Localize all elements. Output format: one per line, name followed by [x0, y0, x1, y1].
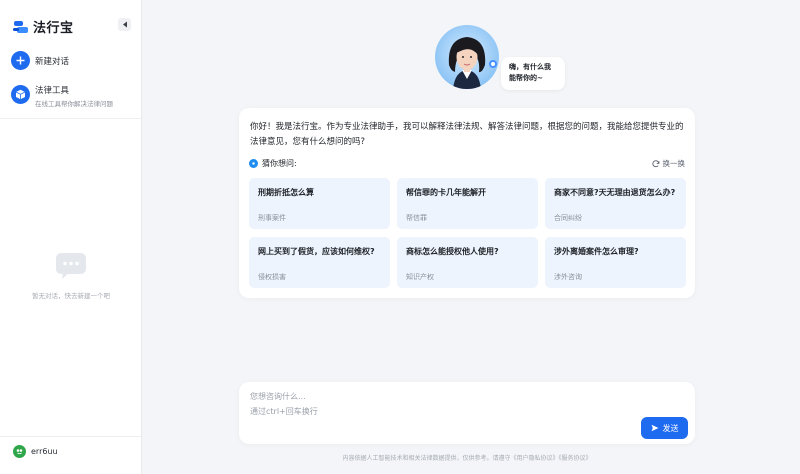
send-button[interactable]: 发送: [641, 417, 688, 439]
suggestion-tag: 合同纠纷: [554, 214, 582, 222]
suggestion-card[interactable]: 涉外离婚案件怎么审理? 涉外咨询: [545, 237, 686, 288]
main-area: 嗨，有什么我 能帮你的~ 你好！我是法行宝。作为专业法律助手，我可以解释法律法规…: [143, 0, 800, 474]
chat-input-hint: 通过ctrl+回车换行: [250, 407, 318, 416]
suggestion-title: 商家不同意?天无理由退货怎么办?: [554, 188, 676, 197]
tool-subtitle: 在线工具帮你解决法律问题: [35, 100, 113, 108]
suggestion-card[interactable]: 商家不同意?天无理由退货怎么办? 合同纠纷: [545, 178, 686, 229]
suggestions-header: 猜你想问:: [249, 158, 297, 169]
plus-icon: [11, 51, 30, 70]
suggestion-tag: 帮信罪: [406, 214, 427, 222]
intro-text: 你好！我是法行宝。作为专业法律助手，我可以解释法律法规、解答法律问题，根据您的问…: [250, 122, 684, 147]
empty-chat-text: 暂无对话，快去新建一个吧: [32, 292, 110, 300]
logo-icon: [13, 20, 28, 33]
chat-input-placeholder[interactable]: 您想咨询什么...: [250, 391, 306, 402]
suggestion-card[interactable]: 刑期折抵怎么算 刑事案件: [249, 178, 390, 229]
suggestions-label: 猜你想问:: [262, 159, 297, 168]
tool-title: 法律工具: [35, 86, 70, 96]
suggestion-card[interactable]: 帮信罪的卡几年能解开 帮信罪: [397, 178, 538, 229]
new-chat-button[interactable]: 新建对话: [11, 51, 69, 70]
empty-chat-state: 暂无对话，快去新建一个吧: [0, 252, 142, 300]
suggestion-title: 网上买到了假货，应该如何维权?: [258, 247, 375, 256]
greeting-bubble: 嗨，有什么我 能帮你的~: [501, 57, 565, 90]
sidebar-divider: [0, 118, 142, 119]
brand-name: 法行宝: [33, 21, 74, 36]
chat-input-box[interactable]: 您想咨询什么... 通过ctrl+回车换行 发送: [239, 382, 695, 444]
suggestion-tag: 涉外咨询: [554, 273, 582, 281]
greeting-line-1: 嗨，有什么我: [509, 63, 551, 71]
user-name: err6uu: [31, 447, 58, 456]
sidebar-item-legal-tools[interactable]: 法律工具 在线工具帮你解决法律问题: [11, 85, 113, 108]
send-label: 发送: [662, 423, 679, 433]
send-icon: [651, 424, 658, 432]
caret-left-icon: [122, 21, 127, 28]
greeting-line-2: 能帮你的~: [509, 74, 543, 82]
suggestion-tag: 刑事案件: [258, 214, 286, 222]
suggestion-card[interactable]: 网上买到了假货，应该如何维权? 侵权损害: [249, 237, 390, 288]
refresh-suggestions-button[interactable]: 换一换: [651, 158, 686, 169]
footer-disclaimer: 内容依据人工智能技术和相关法律数据提供，仅供参考。请遵守《用户隐私协议》《服务协…: [342, 455, 592, 462]
sidebar-bottom-divider: [0, 436, 142, 437]
suggestion-title: 商标怎么能授权他人使用?: [406, 247, 499, 256]
user-profile[interactable]: err6uu: [13, 445, 58, 458]
suggestion-title: 帮信罪的卡几年能解开: [406, 188, 486, 197]
refresh-label: 换一换: [662, 159, 686, 168]
question-bubble-icon: [249, 159, 258, 168]
collapse-sidebar-button[interactable]: [118, 18, 131, 31]
new-chat-label: 新建对话: [35, 56, 70, 67]
brand[interactable]: 法行宝: [13, 17, 74, 36]
sidebar: 法行宝 新建对话 法律工具 在线工具帮你解决法律问题 暂无对话，快去新建一个吧 …: [0, 0, 142, 474]
suggestion-tag: 侵权损害: [258, 273, 286, 281]
welcome-card: 你好！我是法行宝。作为专业法律助手，我可以解释法律法规、解答法律问题，根据您的问…: [239, 108, 695, 298]
suggestion-tag: 知识产权: [406, 273, 434, 281]
chat-bubble-icon: [56, 253, 86, 279]
suggestion-card[interactable]: 商标怎么能授权他人使用? 知识产权: [397, 237, 538, 288]
assistant-avatar: [435, 25, 499, 89]
suggestion-title: 涉外离婚案件怎么审理?: [554, 247, 639, 256]
suggestion-title: 刑期折抵怎么算: [258, 188, 314, 197]
refresh-icon: [651, 159, 659, 167]
user-avatar: [13, 445, 26, 458]
cube-icon: [11, 85, 30, 104]
online-status-dot: [489, 60, 497, 68]
